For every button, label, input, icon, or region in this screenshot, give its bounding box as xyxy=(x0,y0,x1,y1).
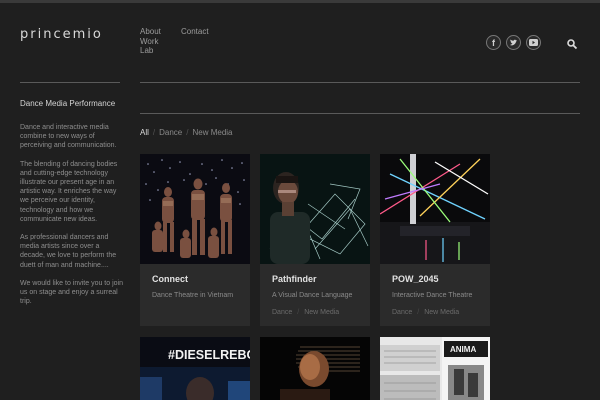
thumbnail-headline: #DIESELREBOOT xyxy=(168,348,250,362)
card-tags: Dance / New Media xyxy=(392,309,459,316)
facebook-icon[interactable]: f xyxy=(486,35,501,50)
card-tag[interactable]: Dance xyxy=(272,309,292,316)
filter-separator: / xyxy=(186,128,189,137)
card-tag[interactable]: New Media xyxy=(424,309,459,316)
card-subtitle: Dance Theatre in Vietnam xyxy=(152,292,234,299)
sidebar-divider xyxy=(20,82,120,83)
filter-new-media[interactable]: New Media xyxy=(192,128,232,137)
connect-thumbnail xyxy=(140,154,250,264)
search-icon[interactable] xyxy=(566,37,578,50)
card-subtitle: Interactive Dance Theatre xyxy=(392,292,473,299)
nav-about[interactable]: About xyxy=(140,27,161,37)
portfolio-card-anima[interactable]: ANIMA xyxy=(380,337,490,400)
sidebar-paragraph: Dance and interactive media combine to n… xyxy=(20,124,117,150)
portfolio-card-connect[interactable]: Connect Dance Theatre in Vietnam xyxy=(140,154,250,326)
card-title[interactable]: Connect xyxy=(152,274,188,284)
filter-divider xyxy=(140,113,580,114)
twitter-icon[interactable] xyxy=(506,35,521,50)
nav-lab[interactable]: Lab xyxy=(140,46,161,56)
portfolio-card-dancer[interactable] xyxy=(260,337,370,400)
sidebar-title: Dance Media Performance xyxy=(20,99,116,108)
top-strip xyxy=(0,0,600,3)
portfolio-card-dieselreboot[interactable]: #DIESELREBOOT xyxy=(140,337,250,400)
sidebar-description: Dance and interactive media combine to n… xyxy=(20,123,125,315)
filter-dance[interactable]: Dance xyxy=(159,128,182,137)
tag-separator: / xyxy=(417,309,420,316)
anima-thumbnail: ANIMA xyxy=(380,337,490,400)
tag-separator: / xyxy=(297,309,300,316)
filter-all[interactable]: All xyxy=(140,128,149,137)
svg-text:f: f xyxy=(492,38,496,47)
pathfinder-thumbnail xyxy=(260,154,370,264)
card-title[interactable]: POW_2045 xyxy=(392,274,439,284)
pow2045-thumbnail xyxy=(380,154,490,264)
sidebar-paragraph: As professional dancers and media artist… xyxy=(20,234,117,269)
portfolio-filters: All / Dance / New Media xyxy=(140,128,233,137)
filter-separator: / xyxy=(152,128,156,137)
dancer-thumbnail xyxy=(260,337,370,400)
sidebar-paragraph: The blending of dancing bodies and cutti… xyxy=(20,160,118,223)
portfolio-card-pow2045[interactable]: POW_2045 Interactive Dance Theatre Dance… xyxy=(380,154,490,326)
youtube-icon[interactable] xyxy=(526,35,541,50)
site-logo[interactable]: princemio xyxy=(20,27,103,42)
card-title[interactable]: Pathfinder xyxy=(272,274,317,284)
card-tags: Dance / New Media xyxy=(272,309,339,316)
main-nav: About Work Lab xyxy=(140,27,161,56)
card-subtitle: A Visual Dance Language xyxy=(272,292,353,299)
header-divider xyxy=(140,82,580,83)
nav-work[interactable]: Work xyxy=(140,37,161,47)
sidebar-paragraph: We would like to invite you to join us o… xyxy=(20,279,123,306)
card-tag[interactable]: New Media xyxy=(304,309,339,316)
thumbnail-headline: ANIMA xyxy=(450,345,476,354)
card-tag[interactable]: Dance xyxy=(392,309,412,316)
dieselreboot-thumbnail: #DIESELREBOOT xyxy=(140,337,250,400)
secondary-nav: Contact xyxy=(181,27,209,37)
portfolio-card-pathfinder[interactable]: Pathfinder A Visual Dance Language Dance… xyxy=(260,154,370,326)
nav-contact[interactable]: Contact xyxy=(181,27,209,37)
